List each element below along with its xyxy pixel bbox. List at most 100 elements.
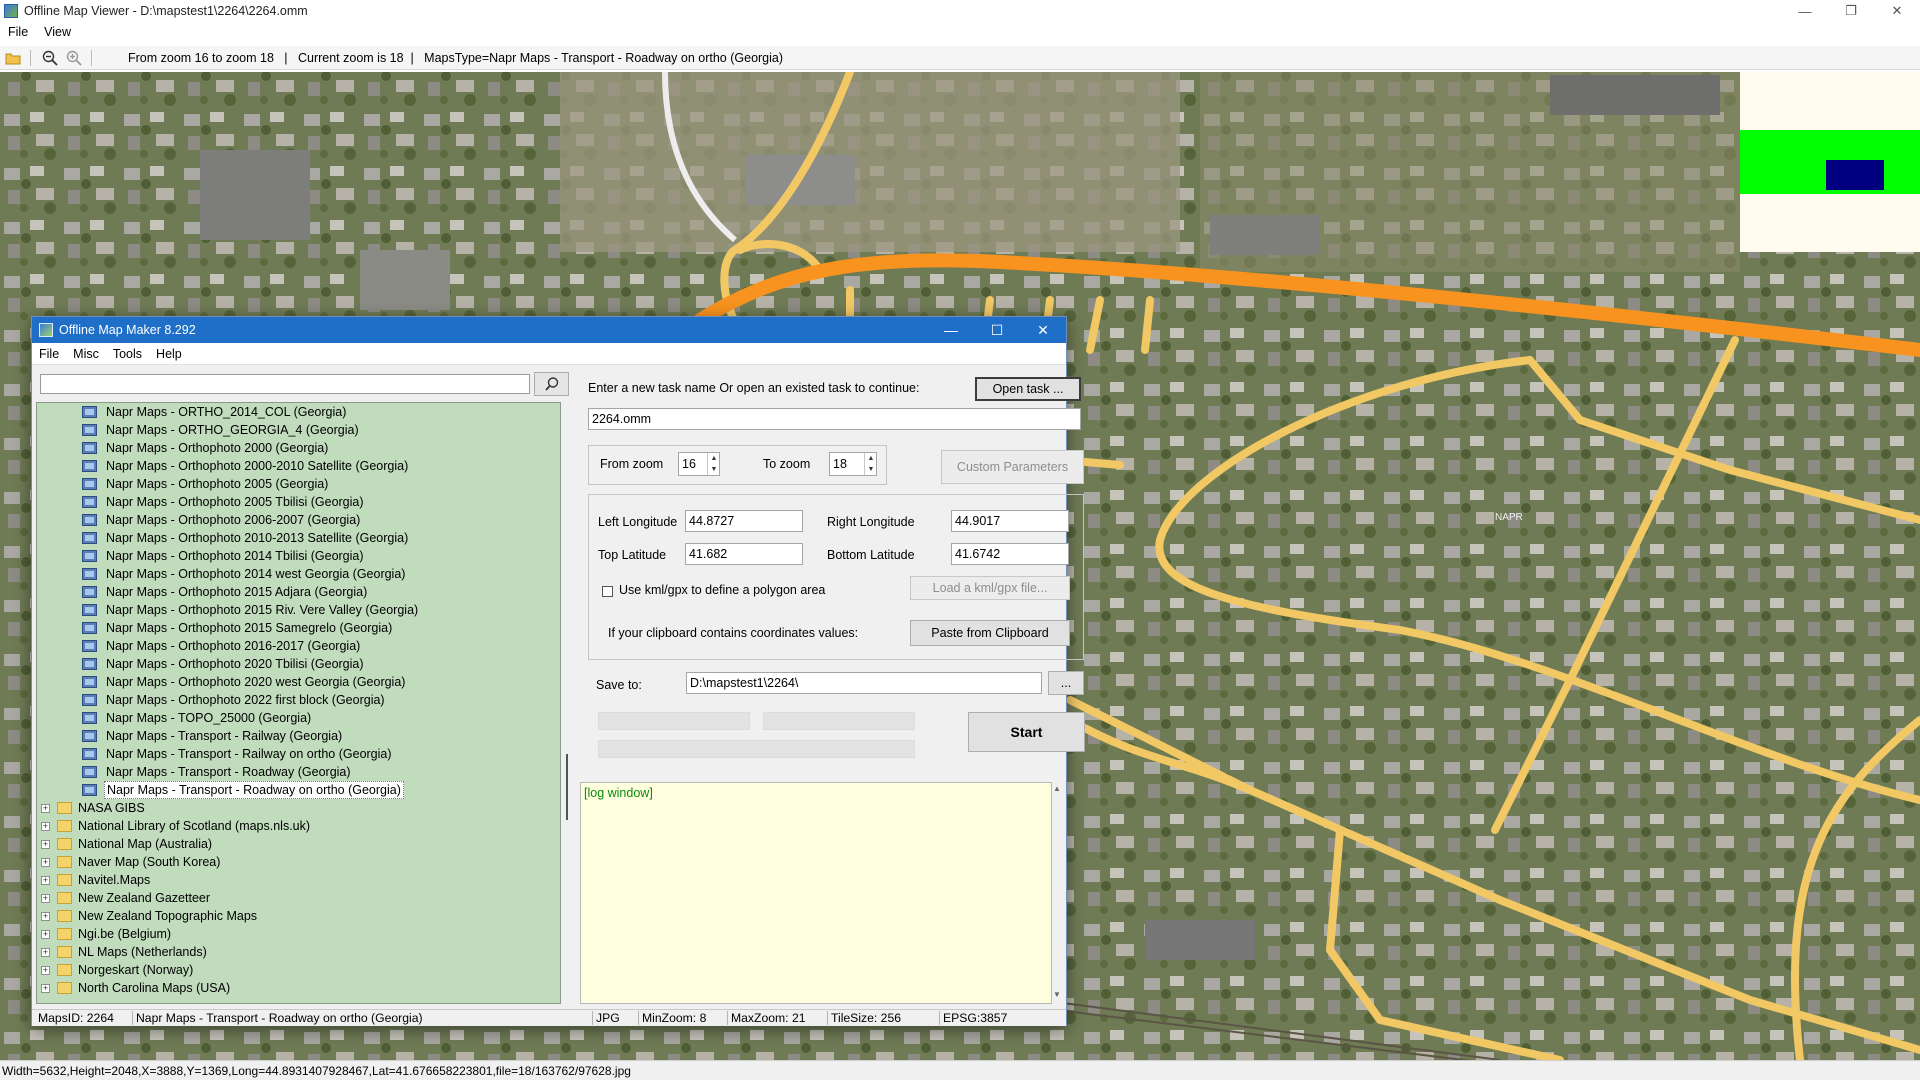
- task-settings-pane: Enter a new task name Or open an existed…: [578, 372, 1085, 1008]
- tree-item[interactable]: Napr Maps - Orthophoto 2000 (Georgia): [37, 439, 560, 457]
- open-folder-icon[interactable]: [2, 48, 24, 68]
- map-source-icon: [82, 748, 97, 760]
- load-kml-button[interactable]: Load a kml/gpx file...: [910, 576, 1070, 600]
- overview-minimap[interactable]: [1740, 72, 1920, 252]
- open-task-button[interactable]: Open task ...: [975, 377, 1081, 401]
- tree-item[interactable]: Napr Maps - Orthophoto 2010-2013 Satelli…: [37, 529, 560, 547]
- start-button[interactable]: Start: [968, 712, 1085, 752]
- tree-item-label: Napr Maps - Transport - Roadway (Georgia…: [106, 765, 351, 779]
- zoom-out-icon[interactable]: [39, 48, 61, 68]
- tree-folder[interactable]: + New Zealand Topographic Maps: [37, 907, 560, 925]
- expand-icon[interactable]: +: [41, 930, 50, 939]
- restore-button[interactable]: ❐: [1828, 0, 1874, 22]
- folder-icon: [57, 928, 72, 940]
- bottom-latitude-input[interactable]: 41.6742: [951, 543, 1069, 565]
- tree-folder[interactable]: + NASA GIBS: [37, 799, 560, 817]
- tree-folder[interactable]: + Naver Map (South Korea): [37, 853, 560, 871]
- tree-folder[interactable]: + North Carolina Maps (USA): [37, 979, 560, 997]
- expand-icon[interactable]: +: [41, 876, 50, 885]
- tree-item[interactable]: Napr Maps - Orthophoto 2022 first block …: [37, 691, 560, 709]
- folder-icon: [57, 964, 72, 976]
- expand-icon[interactable]: +: [41, 840, 50, 849]
- maker-menu-file[interactable]: File: [32, 347, 66, 361]
- from-zoom-spin-arrows[interactable]: ▲ ▼: [707, 453, 720, 475]
- viewer-titlebar: Offline Map Viewer - D:\mapstest1\2264\2…: [0, 0, 1920, 22]
- maker-maximize-button[interactable]: ☐: [974, 317, 1020, 343]
- log-scrollbar[interactable]: ▲ ▼: [1052, 782, 1062, 1004]
- tree-folder[interactable]: + New Zealand Gazetteer: [37, 889, 560, 907]
- tree-scrollbar-thumb[interactable]: [566, 754, 568, 820]
- to-zoom-spin-arrows[interactable]: ▲ ▼: [864, 453, 877, 475]
- tree-folder[interactable]: + Ngi.be (Belgium): [37, 925, 560, 943]
- tree-folder[interactable]: + Norgeskart (Norway): [37, 961, 560, 979]
- maker-minimize-button[interactable]: —: [928, 317, 974, 343]
- tree-folder[interactable]: + National Map (Australia): [37, 835, 560, 853]
- left-longitude-input[interactable]: 44.8727: [685, 510, 803, 532]
- right-longitude-input[interactable]: 44.9017: [951, 510, 1069, 532]
- minimize-button[interactable]: —: [1782, 0, 1828, 22]
- left-longitude-label: Left Longitude: [598, 515, 678, 529]
- tree-item-label: Napr Maps - TOPO_25000 (Georgia): [106, 711, 312, 725]
- folder-icon: [57, 874, 72, 886]
- zoom-in-icon[interactable]: [63, 48, 85, 68]
- expand-icon[interactable]: +: [41, 984, 50, 993]
- search-input[interactable]: [40, 374, 530, 394]
- menu-view[interactable]: View: [36, 25, 79, 39]
- paste-from-clipboard-button[interactable]: Paste from Clipboard: [910, 620, 1070, 646]
- expand-icon[interactable]: +: [41, 966, 50, 975]
- expand-icon[interactable]: +: [41, 948, 50, 957]
- maker-menu-tools[interactable]: Tools: [106, 347, 149, 361]
- tree-item[interactable]: Napr Maps - Orthophoto 2005 (Georgia): [37, 475, 560, 493]
- to-zoom-value: 18: [833, 457, 847, 471]
- tree-item[interactable]: Napr Maps - Transport - Roadway (Georgia…: [37, 763, 560, 781]
- maker-titlebar[interactable]: Offline Map Maker 8.292 — ☐ ✕: [32, 317, 1066, 343]
- use-kml-checkbox[interactable]: [602, 586, 613, 597]
- browse-button[interactable]: ...: [1048, 671, 1084, 695]
- tree-folder[interactable]: + NL Maps (Netherlands): [37, 943, 560, 961]
- save-path-input[interactable]: D:\mapstest1\2264\: [686, 672, 1042, 694]
- tree-item[interactable]: Napr Maps - Orthophoto 2015 Adjara (Geor…: [37, 583, 560, 601]
- expand-icon[interactable]: +: [41, 858, 50, 867]
- tree-folder[interactable]: + National Library of Scotland (maps.nls.…: [37, 817, 560, 835]
- tree-item-label: Napr Maps - Orthophoto 2014 west Georgia…: [106, 567, 406, 581]
- tree-item[interactable]: Napr Maps - Orthophoto 2016-2017 (Georgi…: [37, 637, 560, 655]
- tree-item[interactable]: Napr Maps - Transport - Railway (Georgia…: [37, 727, 560, 745]
- scroll-down-arrow-icon[interactable]: ▼: [1052, 990, 1062, 999]
- tree-item[interactable]: Napr Maps - Orthophoto 2020 Tbilisi (Geo…: [37, 655, 560, 673]
- maker-close-button[interactable]: ✕: [1020, 317, 1066, 343]
- tree-item[interactable]: Napr Maps - Orthophoto 2005 Tbilisi (Geo…: [37, 493, 560, 511]
- tree-item[interactable]: Napr Maps - Orthophoto 2020 west Georgia…: [37, 673, 560, 691]
- top-latitude-input[interactable]: 41.682: [685, 543, 803, 565]
- maker-menu-help[interactable]: Help: [149, 347, 189, 361]
- expand-icon[interactable]: +: [41, 912, 50, 921]
- status-separator: [132, 1011, 133, 1025]
- tree-scrollbar[interactable]: [566, 402, 569, 1004]
- task-name-input[interactable]: 2264.omm: [588, 408, 1081, 430]
- scroll-up-arrow-icon[interactable]: ▲: [1052, 784, 1062, 793]
- to-zoom-spinner[interactable]: 18 ▲ ▼: [829, 452, 877, 476]
- tree-item[interactable]: Napr Maps - ORTHO_2014_COL (Georgia): [37, 403, 560, 421]
- expand-icon[interactable]: +: [41, 822, 50, 831]
- expand-icon[interactable]: +: [41, 894, 50, 903]
- tree-item[interactable]: Napr Maps - ORTHO_GEORGIA_4 (Georgia): [37, 421, 560, 439]
- expand-icon[interactable]: +: [41, 804, 50, 813]
- use-kml-label: Use kml/gpx to define a polygon area: [619, 583, 826, 597]
- map-source-tree[interactable]: Napr Maps - ORTHO_2014_COL (Georgia) Napr…: [36, 402, 561, 1004]
- log-window[interactable]: [log window]: [580, 782, 1052, 1004]
- maker-menu-misc[interactable]: Misc: [66, 347, 106, 361]
- tree-item[interactable]: Napr Maps - Orthophoto 2014 west Georgia…: [37, 565, 560, 583]
- tree-item[interactable]: Napr Maps - Transport - Railway on ortho…: [37, 745, 560, 763]
- close-button[interactable]: ✕: [1874, 0, 1920, 22]
- tree-item[interactable]: Napr Maps - Orthophoto 2014 Tbilisi (Geo…: [37, 547, 560, 565]
- tree-item[interactable]: Napr Maps - Orthophoto 2000-2010 Satelli…: [37, 457, 560, 475]
- tree-item[interactable]: Napr Maps - TOPO_25000 (Georgia): [37, 709, 560, 727]
- tree-folder[interactable]: + Navitel.Maps: [37, 871, 560, 889]
- menu-file[interactable]: File: [0, 25, 36, 39]
- tree-item[interactable]: Napr Maps - Orthophoto 2015 Riv. Vere Va…: [37, 601, 560, 619]
- custom-parameters-button[interactable]: Custom Parameters: [941, 450, 1084, 484]
- tree-item-selected[interactable]: Napr Maps - Transport - Roadway on ortho…: [37, 781, 560, 799]
- search-button[interactable]: [534, 372, 569, 396]
- from-zoom-spinner[interactable]: 16 ▲ ▼: [678, 452, 720, 476]
- tree-item[interactable]: Napr Maps - Orthophoto 2006-2007 (Georgi…: [37, 511, 560, 529]
- tree-item[interactable]: Napr Maps - Orthophoto 2015 Samegrelo (G…: [37, 619, 560, 637]
